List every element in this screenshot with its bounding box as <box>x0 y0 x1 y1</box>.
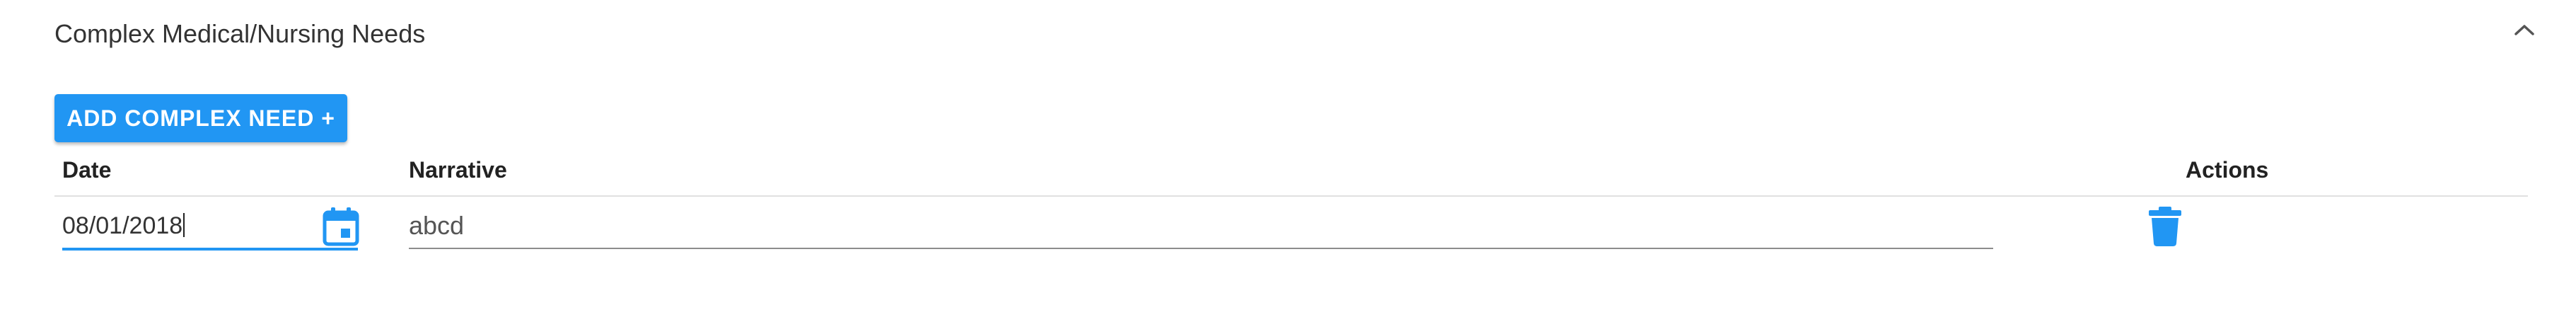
header-divider <box>54 195 2528 197</box>
date-field[interactable]: 08/01/2018 <box>62 207 359 251</box>
column-header-date: Date <box>62 157 112 183</box>
text-cursor <box>183 213 185 237</box>
complex-needs-panel: Complex Medical/Nursing Needs ADD COMPLE… <box>0 0 2576 322</box>
delete-row-button[interactable] <box>2147 207 2183 246</box>
narrative-underline <box>409 248 1993 249</box>
column-header-actions: Actions <box>2186 157 2269 183</box>
trash-icon <box>2147 207 2183 249</box>
section-title: Complex Medical/Nursing Needs <box>54 19 426 48</box>
date-input-value[interactable]: 08/01/2018 <box>62 212 185 240</box>
chevron-up-icon <box>2514 23 2535 40</box>
narrative-input-value[interactable]: abcd <box>409 211 464 241</box>
date-underline <box>62 248 358 251</box>
date-input-text: 08/01/2018 <box>62 212 183 239</box>
column-header-narrative: Narrative <box>409 157 507 183</box>
collapse-toggle[interactable] <box>2507 14 2541 48</box>
calendar-button[interactable] <box>323 207 359 246</box>
add-complex-need-button[interactable]: ADD COMPLEX NEED + <box>54 94 347 142</box>
narrative-field[interactable]: abcd <box>409 207 1993 251</box>
